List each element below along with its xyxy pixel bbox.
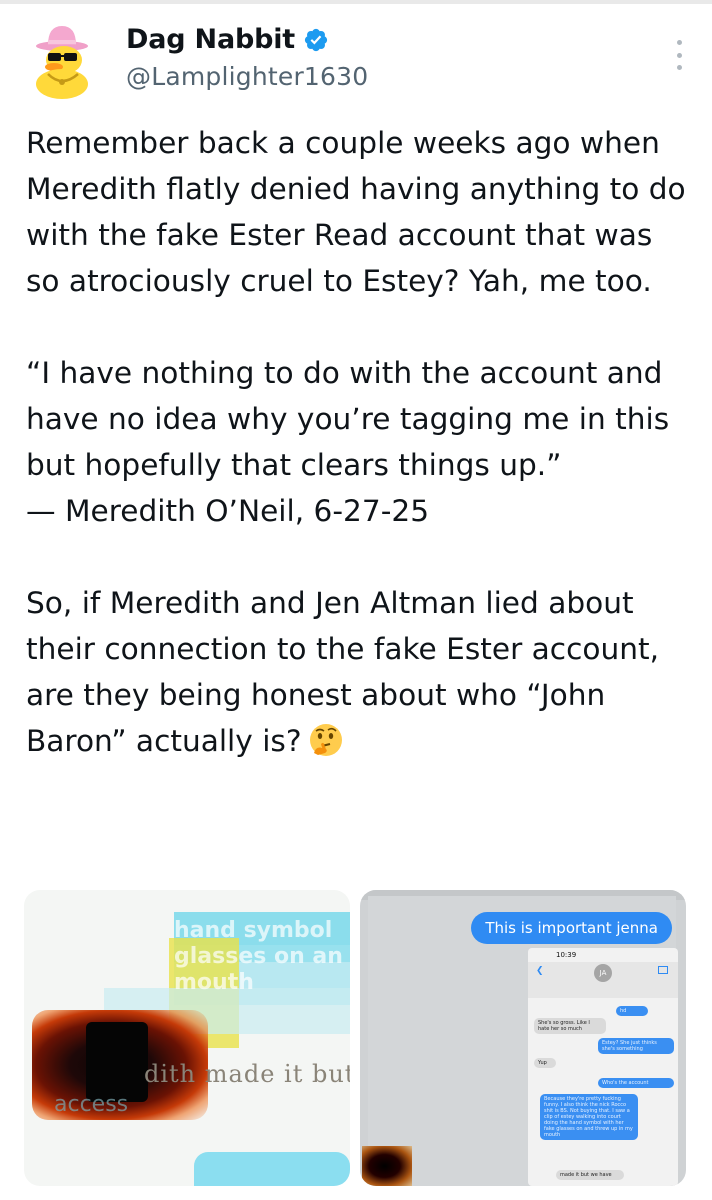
- thinking-face-icon: [309, 724, 342, 756]
- media-caption: dith made it but w: [144, 1060, 350, 1088]
- tweet-paragraph: So, if Meredith and Jen Altman lied abou…: [26, 586, 659, 758]
- video-icon: [658, 966, 668, 974]
- author-handle[interactable]: @Lamplighter1630: [126, 62, 368, 91]
- tweet-attribution: — Meredith O’Neil, 6-27-25: [26, 494, 430, 528]
- more-options-button[interactable]: [672, 40, 686, 70]
- media-caption: access: [54, 1092, 129, 1117]
- tweet-paragraph: Remember back a couple weeks ago when Me…: [26, 126, 686, 298]
- back-arrow-icon: ❮: [536, 966, 544, 976]
- redaction-blob: [362, 1146, 412, 1186]
- duck-with-sunglasses-icon: [36, 26, 88, 99]
- chat-message: Estey? She just thinks she's something: [598, 1038, 674, 1054]
- chat-message: Yup: [534, 1058, 556, 1068]
- chat-message: She's so gross. Like I hate her so much: [534, 1018, 606, 1034]
- phone-time: 10:39: [556, 951, 577, 959]
- media-image-left[interactable]: hand symbol glasses on an mouth dith mad…: [24, 890, 350, 1186]
- avatar[interactable]: [24, 22, 100, 100]
- chat-message: made it but we have: [556, 1170, 624, 1180]
- media-overlay-text: hand symbol glasses on an mouth: [174, 918, 343, 995]
- more-vertical-icon: [676, 40, 682, 45]
- contact-avatar: JA: [594, 964, 612, 982]
- tweet-quote: “I have nothing to do with the account a…: [26, 356, 670, 482]
- chat-message: hd: [616, 1006, 648, 1016]
- author-name-row: Dag Nabbit: [126, 24, 329, 55]
- display-name[interactable]: Dag Nabbit: [126, 24, 295, 55]
- top-divider: [0, 0, 712, 4]
- media-grid: hand symbol glasses on an mouth dith mad…: [24, 890, 686, 1190]
- phone-screenshot: 10:39 ❮ JA hd She's so gross. Like I hat…: [528, 948, 678, 1186]
- media-image-right[interactable]: This is important jenna 10:39 ❮ JA hd Sh…: [360, 890, 686, 1186]
- tweet-text: Remember back a couple weeks ago when Me…: [26, 120, 694, 764]
- chat-message: Because they're pretty fucking funny. I …: [540, 1094, 638, 1140]
- verified-badge-icon: [304, 28, 328, 51]
- chat-message: Who's the account: [598, 1078, 674, 1088]
- message-bubble: This is important jenna: [471, 912, 672, 944]
